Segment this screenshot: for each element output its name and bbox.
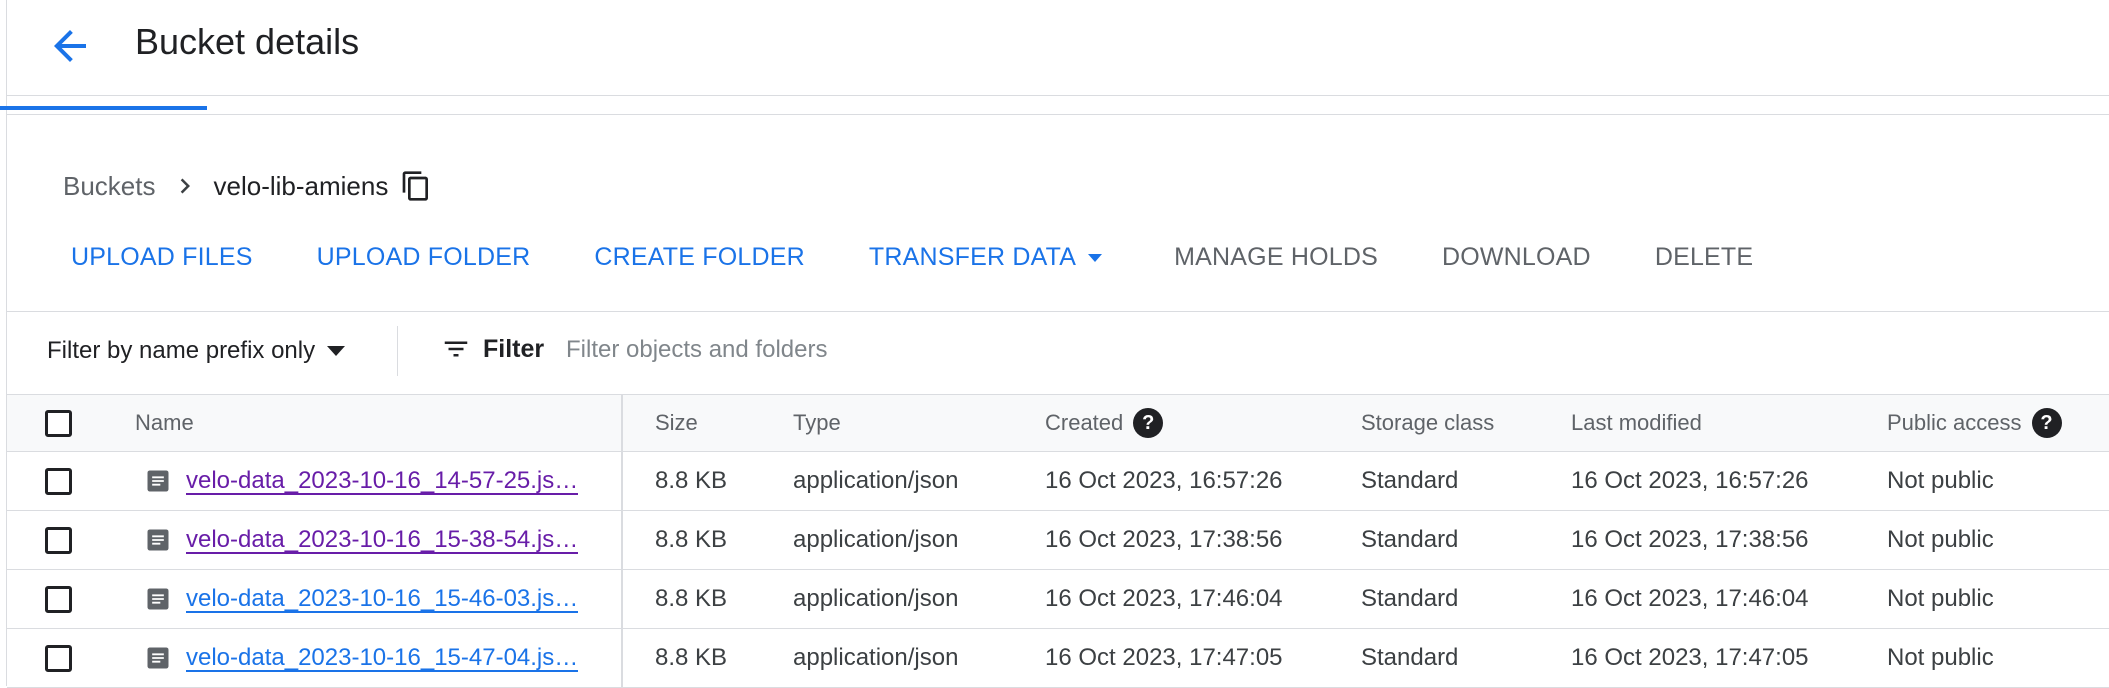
delete-button[interactable]: DELETE bbox=[1655, 243, 1753, 272]
page-title: Bucket details bbox=[135, 21, 360, 62]
size-cell: 8.8 KB bbox=[655, 467, 728, 494]
arrow-back-icon bbox=[54, 30, 86, 62]
page-header: Bucket details bbox=[7, 0, 2109, 96]
name-cell: velo-data_2023-10-16_15-38-54.js… bbox=[135, 511, 578, 569]
document-icon bbox=[147, 647, 169, 669]
download-button[interactable]: DOWNLOAD bbox=[1442, 243, 1591, 272]
document-icon bbox=[147, 588, 169, 610]
created-cell: 16 Oct 2023, 17:38:56 bbox=[1045, 526, 1283, 553]
size-cell: 8.8 KB bbox=[655, 585, 728, 612]
row-select-cell bbox=[45, 629, 72, 687]
header-created-label: Created bbox=[1045, 410, 1124, 435]
row-checkbox[interactable] bbox=[45, 526, 72, 554]
table-row[interactable]: velo-data_2023-10-16_15-38-54.js… 8.8 KB… bbox=[7, 511, 2109, 570]
filter-type-label: Filter by name prefix only bbox=[47, 337, 316, 364]
action-toolbar: UPLOAD FILES UPLOAD FOLDER CREATE FOLDER… bbox=[71, 243, 1753, 272]
column-separator bbox=[621, 629, 623, 687]
filter-button[interactable]: Filter bbox=[441, 334, 544, 364]
header-type[interactable]: Type bbox=[793, 395, 841, 451]
file-name-link[interactable]: velo-data_2023-10-16_15-46-03.js… bbox=[186, 585, 578, 613]
breadcrumb-buckets-link[interactable]: Buckets bbox=[63, 171, 156, 202]
column-resize-handle[interactable] bbox=[621, 395, 623, 451]
public-access-cell: Not public bbox=[1887, 467, 1994, 494]
file-name-link[interactable]: velo-data_2023-10-16_14-57-25.js… bbox=[186, 467, 578, 495]
name-cell: velo-data_2023-10-16_15-47-04.js… bbox=[135, 629, 578, 687]
select-all-checkbox[interactable] bbox=[45, 409, 72, 437]
table-row[interactable]: velo-data_2023-10-16_15-46-03.js… 8.8 KB… bbox=[7, 570, 2109, 629]
filter-button-label: Filter bbox=[483, 334, 545, 363]
document-icon bbox=[147, 470, 169, 492]
header-size[interactable]: Size bbox=[655, 395, 698, 451]
filter-list-icon bbox=[444, 341, 468, 357]
header-last-modified[interactable]: Last modified bbox=[1571, 395, 1702, 451]
last-modified-cell: 16 Oct 2023, 17:46:04 bbox=[1571, 585, 1809, 612]
file-name-link[interactable]: velo-data_2023-10-16_15-38-54.js… bbox=[186, 526, 578, 554]
row-select-cell bbox=[45, 452, 72, 510]
name-cell: velo-data_2023-10-16_14-57-25.js… bbox=[135, 452, 578, 510]
size-cell: 8.8 KB bbox=[655, 644, 728, 671]
row-checkbox[interactable] bbox=[45, 585, 72, 613]
document-icon bbox=[147, 529, 169, 551]
header-storage-class[interactable]: Storage class bbox=[1361, 395, 1494, 451]
type-cell: application/json bbox=[793, 467, 959, 494]
row-select-cell bbox=[45, 511, 72, 569]
header-created[interactable]: Created ? bbox=[1045, 395, 1164, 451]
storage-class-cell: Standard bbox=[1361, 526, 1459, 553]
table-row[interactable]: velo-data_2023-10-16_14-57-25.js… 8.8 KB… bbox=[7, 452, 2109, 511]
row-select-cell bbox=[45, 570, 72, 628]
filter-input[interactable] bbox=[566, 336, 1466, 364]
last-modified-cell: 16 Oct 2023, 17:38:56 bbox=[1571, 526, 1809, 553]
created-cell: 16 Oct 2023, 17:46:04 bbox=[1045, 585, 1283, 612]
column-separator bbox=[621, 511, 623, 569]
type-cell: application/json bbox=[793, 644, 959, 671]
divider bbox=[397, 326, 398, 376]
table-header-row: Name Size Type Created ? Storage class L… bbox=[7, 394, 2109, 452]
transfer-data-label: TRANSFER DATA bbox=[868, 243, 1077, 271]
storage-class-cell: Standard bbox=[1361, 467, 1459, 494]
created-cell: 16 Oct 2023, 16:57:26 bbox=[1045, 467, 1283, 494]
column-separator bbox=[621, 570, 623, 628]
public-access-cell: Not public bbox=[1887, 585, 1994, 612]
filter-type-dropdown[interactable]: Filter by name prefix only bbox=[47, 337, 346, 365]
file-name-link[interactable]: velo-data_2023-10-16_15-47-04.js… bbox=[186, 644, 578, 672]
breadcrumb-current-bucket: velo-lib-amiens bbox=[213, 170, 389, 201]
last-modified-cell: 16 Oct 2023, 16:57:26 bbox=[1571, 467, 1809, 494]
column-separator bbox=[621, 452, 623, 510]
public-access-cell: Not public bbox=[1887, 526, 1994, 553]
divider bbox=[7, 114, 2109, 115]
table-row[interactable]: velo-data_2023-10-16_15-47-04.js… 8.8 KB… bbox=[7, 629, 2109, 688]
public-access-cell: Not public bbox=[1887, 644, 1994, 671]
active-tab-indicator bbox=[0, 106, 207, 110]
manage-holds-button[interactable]: MANAGE HOLDS bbox=[1174, 243, 1378, 272]
type-cell: application/json bbox=[793, 526, 959, 553]
objects-table: Name Size Type Created ? Storage class L… bbox=[7, 394, 2109, 688]
breadcrumb: Buckets velo-lib-amiens bbox=[63, 170, 432, 202]
help-icon[interactable]: ? bbox=[1133, 408, 1164, 438]
storage-class-cell: Standard bbox=[1361, 585, 1459, 612]
row-checkbox[interactable] bbox=[45, 644, 72, 672]
header-public-access[interactable]: Public access ? bbox=[1887, 395, 2062, 451]
create-folder-button[interactable]: CREATE FOLDER bbox=[594, 243, 805, 272]
name-cell: velo-data_2023-10-16_15-46-03.js… bbox=[135, 570, 578, 628]
storage-class-cell: Standard bbox=[1361, 644, 1459, 671]
transfer-data-dropdown[interactable]: TRANSFER DATA bbox=[868, 243, 1103, 272]
type-cell: application/json bbox=[793, 585, 959, 612]
header-public-access-label: Public access bbox=[1887, 410, 2022, 435]
caret-down-icon bbox=[327, 346, 346, 356]
back-button[interactable] bbox=[45, 22, 95, 70]
upload-files-button[interactable]: UPLOAD FILES bbox=[71, 243, 253, 272]
help-icon[interactable]: ? bbox=[2031, 408, 2062, 438]
size-cell: 8.8 KB bbox=[655, 526, 728, 553]
last-modified-cell: 16 Oct 2023, 17:47:05 bbox=[1571, 644, 1809, 671]
copy-icon[interactable] bbox=[400, 170, 432, 202]
upload-folder-button[interactable]: UPLOAD FOLDER bbox=[317, 243, 531, 272]
caret-down-icon bbox=[1088, 253, 1103, 262]
divider bbox=[7, 311, 2109, 312]
header-name[interactable]: Name bbox=[135, 395, 194, 451]
created-cell: 16 Oct 2023, 17:47:05 bbox=[1045, 644, 1283, 671]
chevron-right-icon bbox=[180, 178, 190, 194]
select-all-cell bbox=[45, 395, 72, 451]
row-checkbox[interactable] bbox=[45, 467, 72, 495]
